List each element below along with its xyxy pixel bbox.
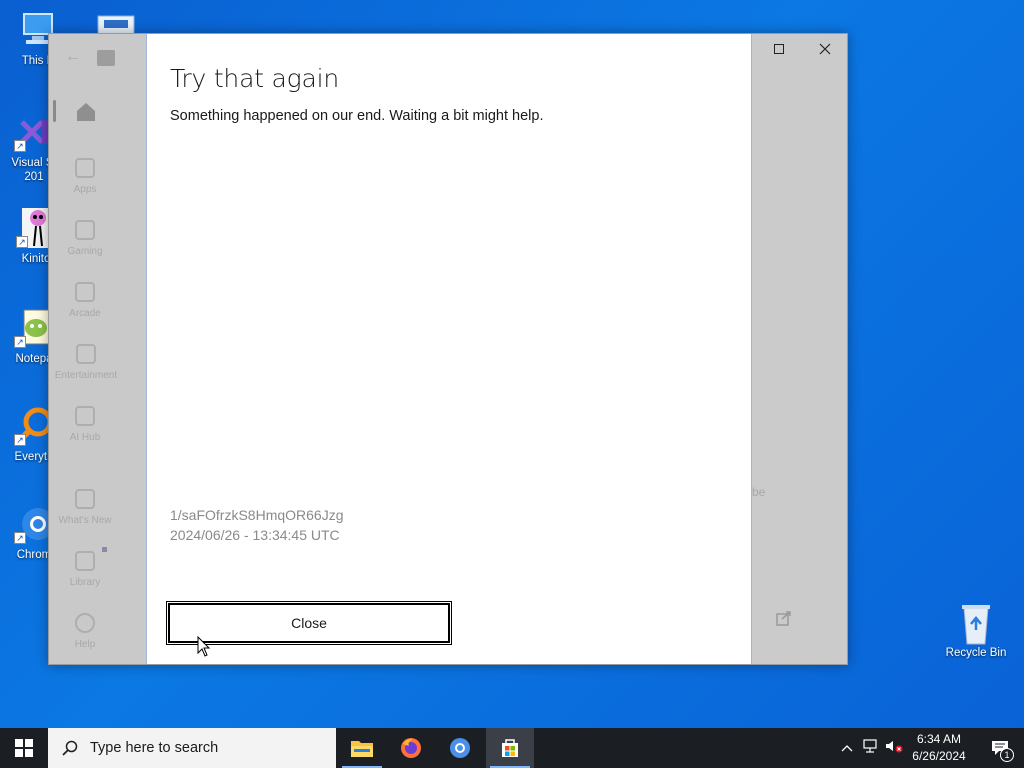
dialog-message: Something happened on our end. Waiting a… — [170, 108, 544, 124]
mouse-cursor-icon — [197, 635, 211, 663]
background-text: be — [752, 485, 766, 499]
error-code: 1/saFOfrzkS8HmqOR66Jzg — [170, 507, 344, 523]
nav-label: AI Hub — [69, 432, 101, 443]
home-icon[interactable] — [75, 102, 97, 127]
back-arrow-icon[interactable]: ← — [65, 48, 81, 66]
whats-new-icon — [75, 489, 95, 509]
file-explorer-icon — [351, 741, 373, 757]
notification-center-button[interactable]: 1 — [980, 728, 1020, 768]
nav-label: What's New — [58, 515, 112, 526]
clock-time: 6:34 AM — [916, 732, 962, 746]
nav-active-indicator — [53, 100, 56, 122]
clock-date: 6/26/2024 — [912, 749, 966, 763]
dialog-title: Try that again — [170, 64, 339, 93]
desktop-icon-partial[interactable] — [96, 14, 136, 35]
microsoft-store-icon — [502, 739, 518, 757]
nav-arcade[interactable]: Arcade — [49, 282, 121, 319]
nav-label: Arcade — [69, 308, 101, 319]
system-tray — [836, 728, 906, 768]
desktop-icon-label: Recycle Bin — [945, 647, 1007, 659]
search-icon — [62, 740, 78, 756]
apps-icon — [75, 158, 95, 178]
library-icon — [75, 551, 95, 571]
recycle-bin-icon — [956, 602, 996, 645]
volume-muted-icon[interactable] — [882, 739, 906, 758]
network-icon[interactable] — [858, 738, 882, 758]
nav-library[interactable]: Library — [49, 551, 121, 588]
nav-whats-new[interactable]: What's New — [49, 489, 121, 526]
share-icon[interactable] — [776, 610, 792, 631]
nav-ai-hub[interactable]: AI Hub — [49, 406, 121, 443]
microsoft-store-window: ← Apps Gaming Arcade Entertainment AI Hu… — [48, 33, 848, 665]
taskbar-chromium[interactable] — [436, 728, 484, 768]
maximize-button[interactable] — [756, 34, 802, 64]
help-icon — [75, 613, 95, 633]
shortcut-arrow-icon: ↗ — [14, 532, 26, 544]
show-hidden-icons-icon[interactable] — [836, 739, 858, 757]
windows-logo-icon — [15, 739, 33, 757]
taskbar-microsoft-store[interactable] — [486, 728, 534, 768]
store-logo-icon — [97, 50, 115, 66]
notification-count-badge: 1 — [1000, 748, 1014, 762]
store-content-right: be — [752, 34, 847, 664]
error-timestamp: 2024/06/26 - 13:34:45 UTC — [170, 527, 340, 543]
nav-entertainment[interactable]: Entertainment — [49, 344, 123, 381]
close-icon — [819, 43, 831, 55]
nav-label: Apps — [73, 184, 97, 195]
store-left-nav: ← Apps Gaming Arcade Entertainment AI Hu… — [49, 34, 146, 664]
start-button[interactable] — [0, 728, 48, 768]
maximize-icon — [774, 44, 784, 54]
taskbar-search-box[interactable]: Type here to search — [48, 728, 336, 768]
nav-gaming[interactable]: Gaming — [49, 220, 121, 257]
taskbar-firefox[interactable] — [387, 728, 435, 768]
gaming-icon — [75, 220, 95, 240]
nav-apps[interactable]: Apps — [49, 158, 121, 195]
chromium-icon — [450, 738, 470, 758]
error-dialog: Try that again Something happened on our… — [146, 34, 752, 664]
arcade-icon — [75, 282, 95, 302]
taskbar-clock[interactable]: 6:34 AM 6/26/2024 — [904, 731, 974, 765]
nav-label: Help — [74, 639, 96, 650]
taskbar-file-explorer[interactable] — [338, 728, 386, 768]
nav-label: Gaming — [67, 246, 103, 257]
shortcut-arrow-icon: ↗ — [14, 140, 26, 152]
close-window-button[interactable] — [802, 34, 847, 64]
nav-label: Library — [69, 577, 101, 588]
search-placeholder: Type here to search — [90, 740, 219, 756]
nav-help[interactable]: Help — [49, 613, 121, 650]
entertainment-icon — [76, 344, 96, 364]
desktop-icon-recycle-bin[interactable]: Recycle Bin — [940, 602, 1012, 660]
shortcut-arrow-icon: ↗ — [16, 236, 28, 248]
shortcut-arrow-icon: ↗ — [14, 336, 26, 348]
nav-label: Entertainment — [54, 370, 118, 381]
library-update-dot — [102, 547, 107, 552]
firefox-icon — [401, 738, 421, 758]
shortcut-arrow-icon: ↗ — [14, 434, 26, 446]
ai-hub-icon — [75, 406, 95, 426]
taskbar: Type here to search 6:34 AM 6/26/2024 1 — [0, 728, 1024, 768]
